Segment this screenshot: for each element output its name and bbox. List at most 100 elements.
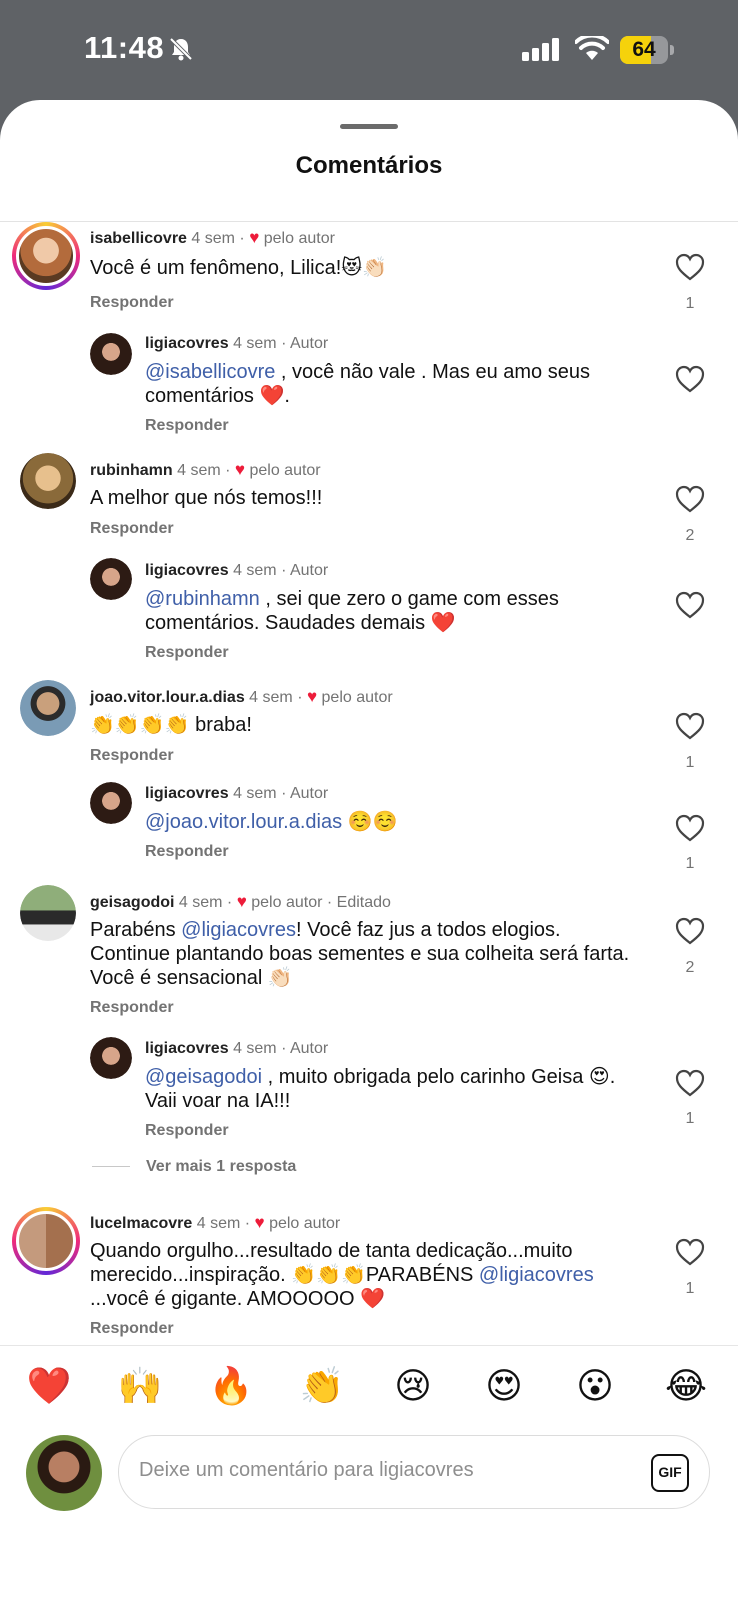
liked-by-author: pelo autor <box>269 1215 341 1232</box>
reply-button[interactable]: Responder <box>90 747 174 765</box>
emoji-clap-button[interactable]: 👏 <box>297 1364 347 1408</box>
liked-by-author: pelo autor <box>321 689 393 706</box>
like-heart-icon[interactable] <box>675 917 705 945</box>
wifi-icon <box>575 36 609 60</box>
heart-icon: ♥ <box>306 687 318 706</box>
more-line <box>92 1166 130 1168</box>
mention-link[interactable]: @ligiacovres <box>181 919 296 941</box>
username[interactable]: ligiacovres <box>145 1040 229 1057</box>
like-count: 1 <box>685 855 695 872</box>
view-more-replies-button[interactable]: Ver mais 1 resposta <box>92 1158 296 1176</box>
comment-text: Você é um fenômeno, Lilica!😻👏🏻 <box>90 257 388 279</box>
reply-button[interactable]: Responder <box>145 417 229 435</box>
reply-button[interactable]: Responder <box>145 644 229 662</box>
comment-meta: ligiacovres 4 sem · Autor <box>145 1040 329 1057</box>
comment-text: @joao.vitor.lour.a.dias ☺️☺️ <box>145 811 398 833</box>
like-count: 1 <box>685 754 695 771</box>
like-heart-icon[interactable] <box>675 253 705 281</box>
reply-button[interactable]: Responder <box>90 294 174 312</box>
mention-link[interactable]: @ligiacovres <box>479 1264 594 1286</box>
like-heart-icon[interactable] <box>675 1069 705 1097</box>
liked-by-author: pelo autor <box>251 894 323 911</box>
like-heart-icon[interactable] <box>675 1238 705 1266</box>
avatar[interactable] <box>20 885 76 941</box>
avatar[interactable] <box>90 333 132 375</box>
username[interactable]: ligiacovres <box>145 335 229 352</box>
emoji-fire-button[interactable]: 🔥 <box>206 1364 256 1408</box>
silent-bell-icon <box>169 37 193 61</box>
reply-button[interactable]: Responder <box>90 520 174 538</box>
username[interactable]: joao.vitor.lour.a.dias <box>90 689 245 706</box>
comment-time: 4 sem <box>177 462 221 479</box>
username[interactable]: ligiacovres <box>145 562 229 579</box>
author-tag: Autor <box>289 335 329 352</box>
like-heart-icon[interactable] <box>675 591 705 619</box>
avatar[interactable] <box>20 680 76 736</box>
heart-icon: ♥ <box>236 892 247 911</box>
username[interactable]: lucelmacovre <box>90 1215 192 1232</box>
like-heart-icon[interactable] <box>675 814 705 842</box>
sheet-title: Comentários <box>295 152 443 179</box>
battery-level: 64 <box>632 38 656 61</box>
comment-text: A melhor que nós temos!!! <box>90 487 323 509</box>
status-time: 11:48 <box>84 30 165 65</box>
comment-time: 4 sem <box>233 785 277 802</box>
avatar[interactable] <box>12 222 80 290</box>
emoji-heart-eyes-button[interactable]: 😍 <box>479 1364 529 1408</box>
mention-link[interactable]: @isabellicovre <box>145 361 275 383</box>
like-heart-icon[interactable] <box>675 365 705 393</box>
heart-icon: ♥ <box>254 1213 265 1232</box>
like-count: 2 <box>685 527 695 544</box>
username[interactable]: geisagodoi <box>90 894 174 911</box>
comment-composer: Deixe um comentário para ligiacovres GIF <box>0 1435 738 1600</box>
comment-input[interactable]: Deixe um comentário para ligiacovres GIF <box>118 1435 710 1509</box>
like-heart-icon[interactable] <box>675 712 705 740</box>
battery-cap <box>670 45 674 55</box>
comment-meta: isabellicovre 4 sem · ♥ pelo autor <box>90 228 335 247</box>
avatar[interactable] <box>90 782 132 824</box>
avatar[interactable] <box>20 453 76 509</box>
emoji-raised-hands-button[interactable]: 🙌 <box>115 1364 165 1408</box>
gif-button[interactable]: GIF <box>651 1454 689 1492</box>
reply-button[interactable]: Responder <box>145 843 229 861</box>
avatar[interactable] <box>90 558 132 600</box>
like-count: 1 <box>685 295 695 312</box>
comment-meta: rubinhamn 4 sem · ♥ pelo autor <box>90 460 321 479</box>
edited-label: Editado <box>336 894 391 911</box>
avatar[interactable] <box>12 1207 80 1275</box>
comment-meta: ligiacovres 4 sem · Autor <box>145 785 329 802</box>
reply-button[interactable]: Responder <box>145 1122 229 1140</box>
emoji-surprised-button[interactable]: 😮 <box>570 1364 620 1408</box>
comment-time: 4 sem <box>233 562 277 579</box>
comment-time: 4 sem <box>233 1040 277 1057</box>
emoji-heart-button[interactable]: ❤️ <box>24 1364 74 1408</box>
comment-time: 4 sem <box>178 894 223 911</box>
like-count: 1 <box>685 1110 695 1127</box>
username[interactable]: ligiacovres <box>145 785 229 802</box>
drag-handle[interactable] <box>340 124 398 129</box>
current-user-avatar <box>26 1435 102 1511</box>
comment-text: Parabéns @ligiacovres! Você faz jus a to… <box>90 919 630 989</box>
cellular-signal-icon <box>522 38 559 61</box>
comment-text: @isabellicovre , você não vale . Mas eu … <box>145 361 590 407</box>
reply-button[interactable]: Responder <box>90 999 174 1017</box>
like-heart-icon[interactable] <box>675 485 705 513</box>
emoji-laughing-button[interactable]: 😂 <box>661 1364 711 1408</box>
header-divider <box>0 221 738 222</box>
reply-button[interactable]: Responder <box>90 1320 174 1338</box>
mention-link[interactable]: @rubinhamn <box>145 588 260 610</box>
comment-time: 4 sem <box>233 335 277 352</box>
comment-text: @geisagodoi , muito obrigada pelo carinh… <box>145 1066 616 1112</box>
avatar[interactable] <box>90 1037 132 1079</box>
mention-link[interactable]: @geisagodoi <box>145 1066 262 1088</box>
username[interactable]: isabellicovre <box>90 230 187 247</box>
comment-time: 4 sem <box>249 689 293 706</box>
username[interactable]: rubinhamn <box>90 462 173 479</box>
comment-text: Quando orgulho...resultado de tanta dedi… <box>90 1240 594 1310</box>
quick-emoji-bar: ❤️ 🙌 🔥 👏 😢 😍 😮 😂 <box>0 1345 738 1435</box>
mention-link[interactable]: @joao.vitor.lour.a.dias <box>145 811 342 833</box>
emoji-crying-button[interactable]: 😢 <box>388 1364 438 1408</box>
comment-time: 4 sem <box>196 1215 241 1232</box>
heart-icon: ♥ <box>249 228 260 247</box>
comment-input-placeholder: Deixe um comentário para ligiacovres <box>139 1459 474 1481</box>
